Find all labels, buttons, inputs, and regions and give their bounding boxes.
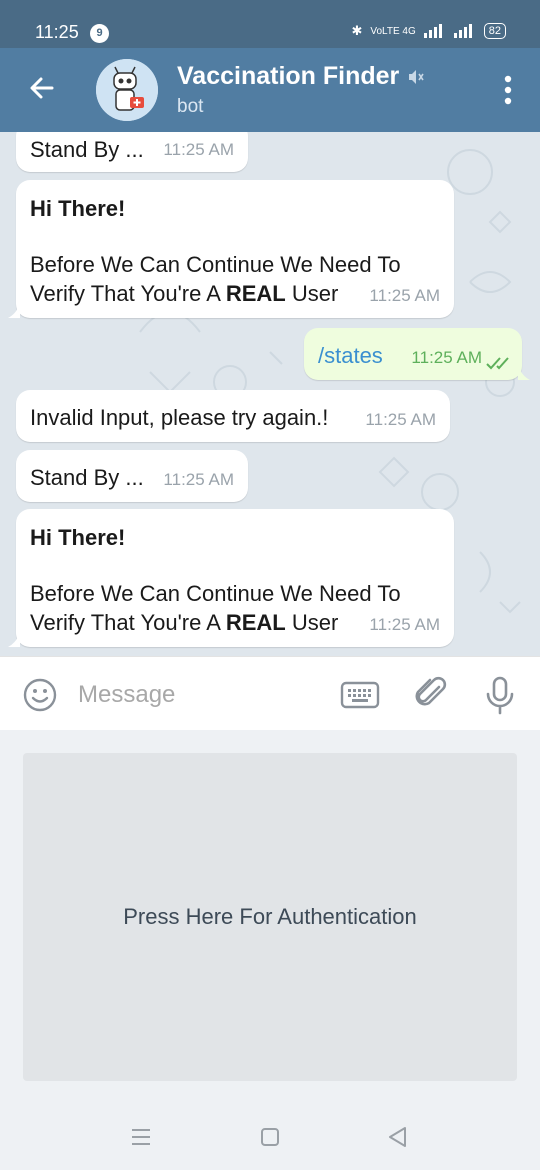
back-arrow-icon[interactable] [26,72,58,104]
message-input[interactable] [78,675,318,715]
message-text: Stand By ... [30,137,144,162]
message-line: Before We Can Continue We Need To [30,581,401,606]
mute-icon [409,69,424,84]
status-icons: ✱ VoLTE 4G 82 [351,23,506,39]
message-emphasis: REAL [225,610,286,635]
chat-title-text: Vaccination Finder [177,62,400,90]
message-bubble-incoming[interactable]: Invalid Input, please try again.! 11:25 … [16,390,450,442]
read-double-check-icon [486,357,509,370]
attach-icon[interactable] [412,675,450,713]
bot-avatar[interactable] [96,59,158,121]
message-time: 11:25 AM [365,410,436,429]
bubble-tail [8,304,20,318]
message-time: 11:25 AM [369,286,440,305]
microphone-icon[interactable] [482,675,518,715]
notification-count-badge: 9 [90,24,109,43]
robot-icon [96,59,158,121]
bubble-tail [518,366,530,380]
bluetooth-icon: ✱ [351,23,363,38]
message-list[interactable]: Stand By ... 11:25 AM Hi There! Before W… [0,132,540,656]
message-bubble-incoming[interactable]: Hi There! Before We Can Continue We Need… [8,509,454,647]
message-time: 11:25 AM [411,348,482,367]
signal-icon-2 [453,24,472,38]
back-triangle-icon[interactable] [385,1124,411,1150]
message-composer [0,656,540,730]
chat-title[interactable]: Vaccination Finder [177,62,425,91]
message-greeting: Hi There! [30,196,126,221]
message-line: Verify That You're A REAL User [30,608,338,637]
network-label: VoLTE 4G [370,25,416,37]
message-time: 11:25 AM [369,615,440,634]
message-bubble-incoming[interactable]: Stand By ... 11:25 AM [16,450,248,502]
message-time: 11:25 AM [163,140,234,159]
message-line-suffix: User [285,610,339,635]
message-line-prefix: Verify That You're A [30,281,226,306]
message-line: Before We Can Continue We Need To [30,252,401,277]
message-line-suffix: User [285,281,339,306]
message-text: Stand By ... [30,465,144,490]
chat-header: Vaccination Finder bot [0,48,540,132]
message-bubble-incoming[interactable]: Stand By ... 11:25 AM [16,132,248,172]
message-line: Verify That You're A REAL User [30,279,338,308]
status-time: 11:25 [35,22,79,42]
system-navigation-bar [0,1104,540,1170]
message-line-prefix: Verify That You're A [30,610,226,635]
bot-keyboard-icon[interactable] [340,681,380,709]
message-greeting: Hi There! [30,525,126,550]
signal-icon [423,24,442,38]
message-bubble-incoming[interactable]: Hi There! Before We Can Continue We Need… [8,180,454,318]
bubble-tail [8,633,20,647]
bot-keyboard-panel: Press Here For Authentication [0,730,540,1104]
command-link[interactable]: /states [318,341,383,370]
chat-subtitle: bot [177,96,204,117]
more-vertical-icon[interactable] [502,74,514,106]
battery-indicator: 82 [483,23,506,39]
menu-lines-icon[interactable] [128,1124,154,1150]
emoji-icon[interactable] [22,677,58,713]
authentication-button[interactable]: Press Here For Authentication [23,753,517,1081]
message-text: Invalid Input, please try again.! [30,405,329,430]
home-square-icon[interactable] [257,1124,283,1150]
message-time: 11:25 AM [163,470,234,489]
message-emphasis: REAL [225,281,286,306]
message-bubble-outgoing[interactable]: /states 11:25 AM [304,328,530,380]
status-bar: 11:25 9 ✱ VoLTE 4G 82 [0,0,540,48]
